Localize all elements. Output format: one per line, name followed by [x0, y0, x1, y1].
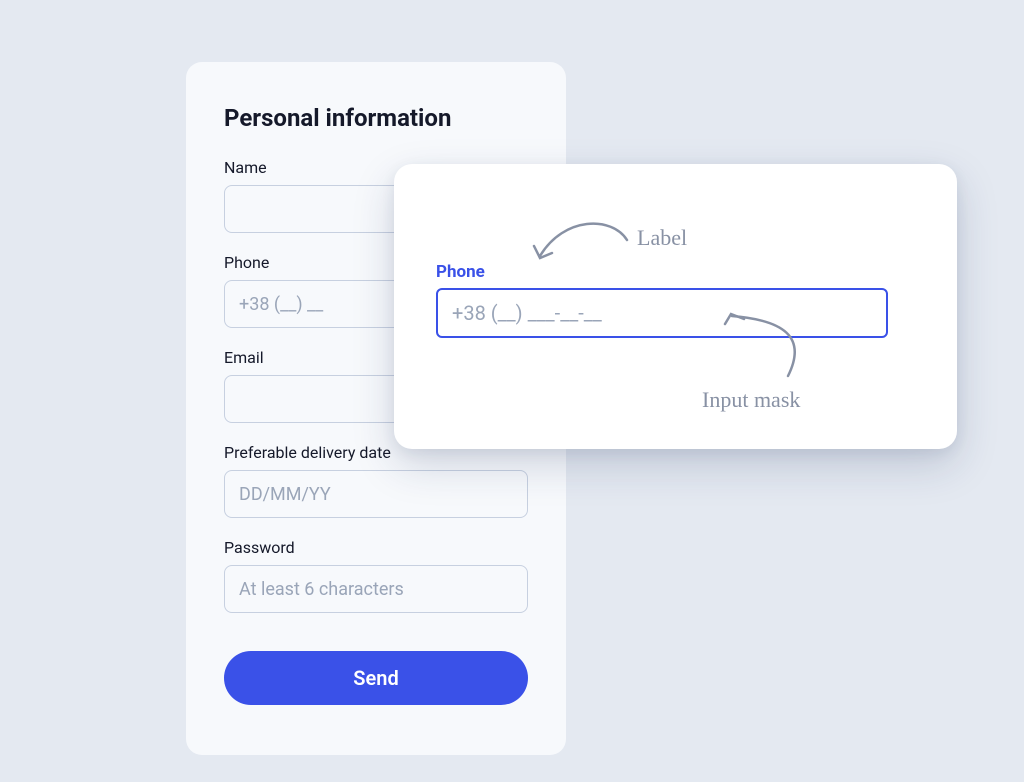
arrow-to-label-icon [522, 210, 632, 270]
date-field-group: Preferable delivery date [224, 443, 528, 518]
callout-phone-mask-text: +38 (__) ___-__-__ [452, 301, 602, 325]
arrow-to-mask-icon [722, 306, 842, 391]
form-title: Personal information [224, 104, 528, 132]
password-label: Password [224, 538, 528, 557]
annotation-label: Label [637, 225, 687, 251]
send-button[interactable]: Send [224, 651, 528, 705]
date-input[interactable] [224, 470, 528, 518]
callout-card: Phone +38 (__) ___-__-__ Label Input mas… [394, 164, 957, 449]
callout-phone-label: Phone [436, 262, 485, 282]
callout-inner: Phone +38 (__) ___-__-__ Label Input mas… [422, 192, 929, 421]
annotation-mask: Input mask [702, 387, 800, 413]
password-input[interactable] [224, 565, 528, 613]
password-field-group: Password [224, 538, 528, 613]
